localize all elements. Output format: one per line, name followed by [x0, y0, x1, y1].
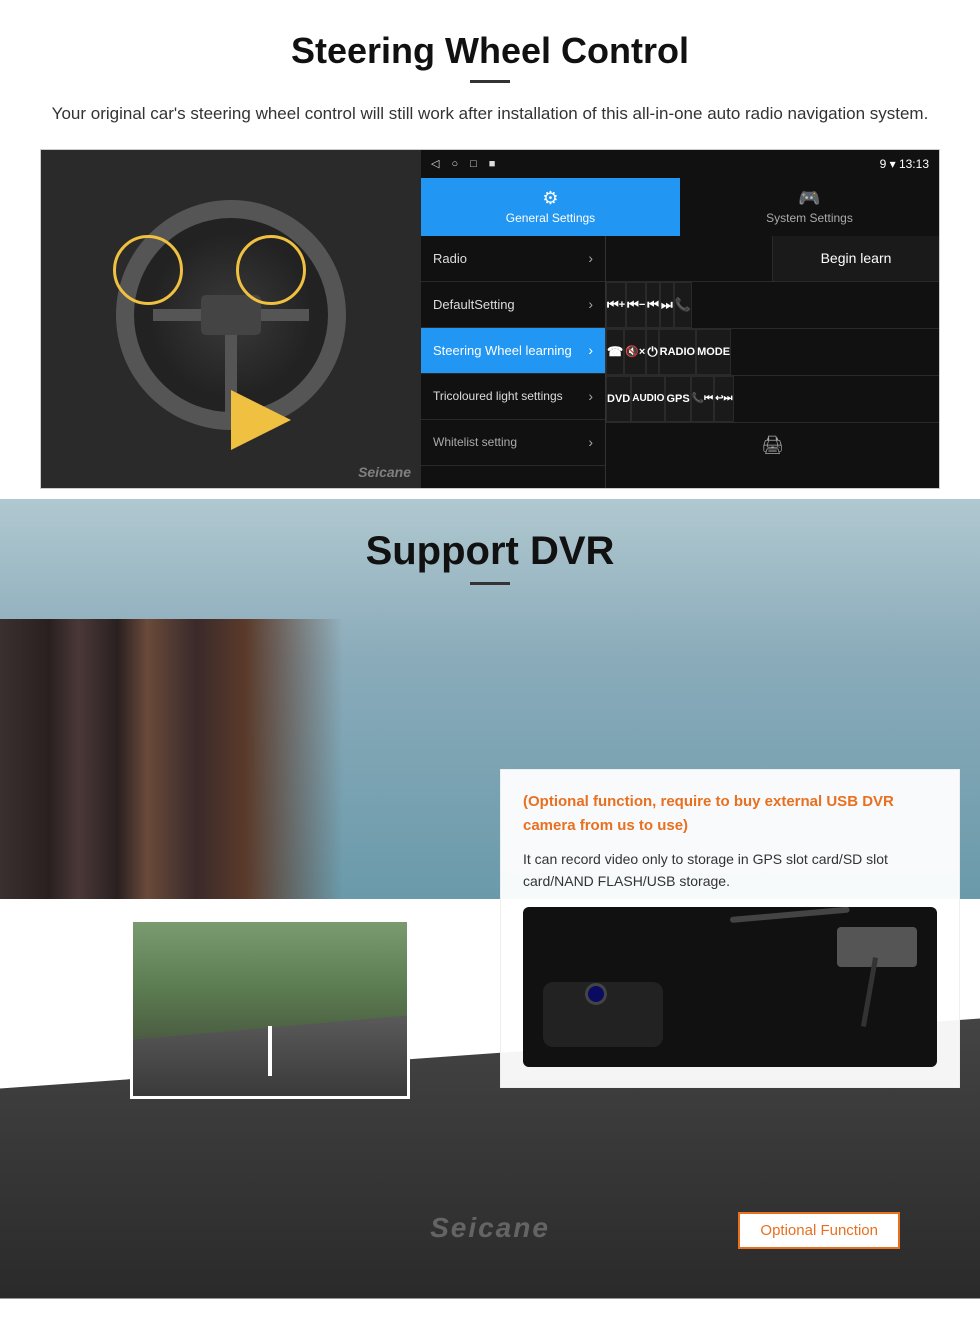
dvr-title-area: Support DVR: [0, 529, 980, 585]
ctrl-radio[interactable]: RADIO: [659, 329, 696, 375]
general-settings-icon: ⚙: [542, 188, 558, 209]
dvr-preview-thumbnail: [130, 919, 410, 1099]
whitelist-icon[interactable]: 🖨: [606, 435, 939, 456]
usb-cable-segment: [861, 957, 878, 1027]
ctrl-mode[interactable]: MODE: [696, 329, 731, 375]
swlearning-chevron-icon: ›: [588, 342, 593, 358]
highlight-right-controls: [236, 235, 306, 305]
statusbar-time: 9 ▾ 13:13: [880, 157, 929, 171]
dvr-description: It can record video only to storage in G…: [523, 848, 937, 893]
section2-title-divider: [470, 582, 510, 585]
ctrl-dvd[interactable]: DVD: [606, 376, 631, 422]
arrow-shape: [231, 390, 291, 450]
radio-chevron-icon: ›: [588, 250, 593, 266]
ctrl-hangup[interactable]: ☎: [606, 329, 624, 375]
optional-function-badge: Optional Function: [738, 1212, 900, 1249]
tricoloured-chevron-icon: ›: [588, 388, 593, 404]
android-tabs: ⚙ General Settings 🎮 System Settings: [421, 178, 939, 236]
menu-item-radio[interactable]: Radio ›: [421, 236, 605, 282]
menu-whitelist-label: Whitelist setting: [433, 435, 517, 449]
dvr-cable: [730, 907, 850, 923]
menu-radio-label: Radio: [433, 251, 467, 266]
control-row-3: DVD AUDIO GPS 📞⏮ ↩⏭: [606, 376, 939, 422]
title-divider: [470, 80, 510, 83]
highlight-left-controls: [113, 235, 183, 305]
menu-icon[interactable]: ■: [489, 158, 496, 170]
menu-swlearning-label: Steering Wheel learning: [433, 343, 572, 358]
menu-item-default-setting[interactable]: DefaultSetting ›: [421, 282, 605, 328]
android-menu: Radio › DefaultSetting › Steering Wheel …: [421, 236, 939, 488]
system-settings-icon: 🎮: [798, 188, 820, 209]
tab-system-settings[interactable]: 🎮 System Settings: [680, 178, 939, 236]
android-statusbar: ◁ ○ □ ■ 9 ▾ 13:13: [421, 150, 939, 178]
section-dvr: Support DVR (Optional function, require …: [0, 499, 980, 1299]
ctrl-mute[interactable]: 🔇×: [624, 329, 646, 375]
seicane-logo-watermark: Seicane: [430, 1212, 550, 1244]
begin-learn-button[interactable]: Begin learn: [773, 236, 939, 281]
ctrl-next[interactable]: ⏭: [660, 282, 674, 328]
section1-description: Your original car's steering wheel contr…: [40, 101, 940, 127]
ctrl-phone-prev[interactable]: 📞⏮: [691, 376, 714, 422]
menu-right-panel: Begin learn ⏮+ ⏮− ⏮ ⏭ 📞 ☎ 🔇× ⏻: [606, 236, 939, 488]
begin-learn-empty-cell: [606, 236, 773, 281]
dvr-camera-area: [523, 907, 937, 1067]
menu-tricoloured-label: Tricoloured light settings: [433, 389, 563, 403]
ctrl-gps[interactable]: GPS: [665, 376, 690, 422]
ctrl-vol-down[interactable]: ⏮−: [626, 282, 646, 328]
defaultsetting-chevron-icon: ›: [588, 296, 593, 312]
whitelist-chevron-icon: ›: [588, 434, 593, 450]
seicane-watermark: Seicane: [358, 464, 411, 480]
menu-item-tricoloured[interactable]: Tricoloured light settings ›: [421, 374, 605, 420]
whitelist-icon-row: 🖨: [606, 422, 939, 468]
tab-general-settings[interactable]: ⚙ General Settings: [421, 178, 680, 236]
ctrl-prev[interactable]: ⏮: [646, 282, 660, 328]
dvr-info-card: (Optional function, require to buy exter…: [500, 769, 960, 1089]
usb-connector: [837, 927, 917, 967]
back-icon[interactable]: ◁: [431, 157, 439, 170]
control-row-1: ⏮+ ⏮− ⏮ ⏭ 📞: [606, 282, 939, 329]
tab-general-label: General Settings: [506, 211, 595, 225]
android-ui-panel: ◁ ○ □ ■ 9 ▾ 13:13 ⚙ General Settings 🎮 S…: [421, 150, 939, 488]
ctrl-return-next[interactable]: ↩⏭: [714, 376, 733, 422]
menu-defaultsetting-label: DefaultSetting: [433, 297, 515, 312]
ctrl-vol-up[interactable]: ⏮+: [606, 282, 626, 328]
begin-learn-row: Begin learn: [606, 236, 939, 282]
ctrl-audio[interactable]: AUDIO: [631, 376, 665, 422]
ctrl-power[interactable]: ⏻: [646, 329, 658, 375]
control-row-2: ☎ 🔇× ⏻ RADIO MODE: [606, 329, 939, 376]
statusbar-left: ◁ ○ □ ■: [431, 157, 495, 170]
section2-title: Support DVR: [0, 529, 980, 574]
home-icon[interactable]: ○: [451, 158, 458, 170]
steering-wheel-image: Seicane: [41, 150, 421, 489]
car-ui-composite: Seicane ◁ ○ □ ■ 9 ▾ 13:13 ⚙ General Sett…: [40, 149, 940, 489]
wheel-center: [201, 295, 261, 335]
menu-left-panel: Radio › DefaultSetting › Steering Wheel …: [421, 236, 606, 488]
dvr-preview-road-line: [268, 1026, 272, 1076]
menu-item-whitelist[interactable]: Whitelist setting ›: [421, 420, 605, 466]
section1-title: Steering Wheel Control: [40, 30, 940, 72]
section-steering-wheel: Steering Wheel Control Your original car…: [0, 0, 980, 489]
recents-icon[interactable]: □: [470, 158, 477, 170]
tab-system-label: System Settings: [766, 211, 853, 225]
arrow-overlay: [211, 390, 311, 450]
menu-item-steering-wheel-learning[interactable]: Steering Wheel learning ›: [421, 328, 605, 374]
ctrl-phone[interactable]: 📞: [674, 282, 692, 328]
dvr-optional-heading: (Optional function, require to buy exter…: [523, 790, 937, 838]
